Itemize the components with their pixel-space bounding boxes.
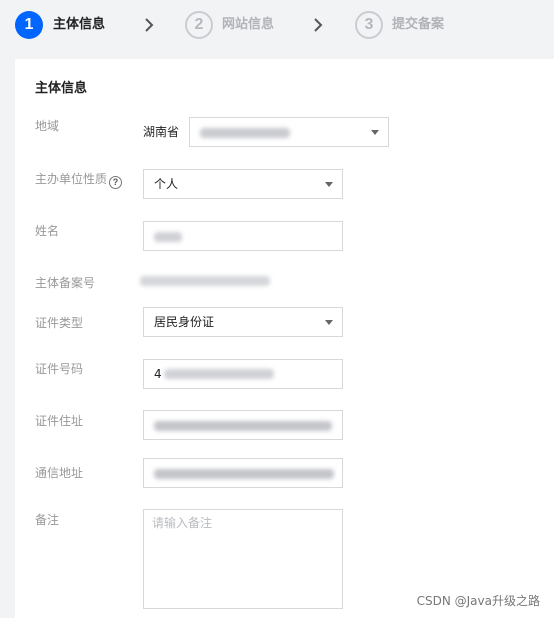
chevron-right-icon xyxy=(145,18,154,32)
organizer-type-label: 主办单位性质? xyxy=(35,171,123,189)
region-province: 湖南省 xyxy=(143,125,180,139)
remark-placeholder: 请输入备注 xyxy=(152,516,213,530)
id-number-value: 4 xyxy=(154,367,162,381)
step-1-label[interactable]: 主体信息 xyxy=(53,16,105,34)
id-address-input[interactable] xyxy=(143,410,343,440)
chevron-down-icon xyxy=(371,130,379,135)
redacted-value xyxy=(154,469,334,479)
remark-label: 备注 xyxy=(35,513,60,527)
name-input[interactable] xyxy=(143,221,343,251)
step-3-label[interactable]: 提交备案 xyxy=(392,16,444,34)
id-type-label: 证件类型 xyxy=(35,316,84,330)
organizer-type-select[interactable]: 个人 xyxy=(143,169,343,199)
step-2-number: 2 xyxy=(185,11,213,39)
mail-address-label: 通信地址 xyxy=(35,466,84,480)
step-2-label[interactable]: 网站信息 xyxy=(222,16,274,34)
section-title: 主体信息 xyxy=(35,81,88,96)
watermark: CSDN @Java升级之路 xyxy=(416,594,540,608)
chevron-down-icon xyxy=(325,182,333,187)
id-number-input[interactable]: 4 xyxy=(143,359,343,389)
organizer-type-value: 个人 xyxy=(154,177,179,191)
id-address-label: 证件住址 xyxy=(35,414,84,428)
chevron-down-icon xyxy=(325,320,333,325)
remark-textarea[interactable]: 请输入备注 xyxy=(143,509,343,609)
id-type-select[interactable]: 居民身份证 xyxy=(143,307,343,337)
chevron-right-icon xyxy=(314,18,323,32)
redacted-value xyxy=(154,421,332,431)
record-no-label: 主体备案号 xyxy=(35,276,96,290)
redacted-value xyxy=(200,128,290,138)
name-label: 姓名 xyxy=(35,224,60,238)
redacted-value xyxy=(164,369,274,379)
redacted-value xyxy=(154,232,182,242)
step-indicator: 1 主体信息 2 网站信息 3 提交备案 xyxy=(0,0,554,50)
id-type-value: 居民身份证 xyxy=(154,315,215,329)
city-select[interactable] xyxy=(189,117,389,147)
region-label: 地域 xyxy=(35,119,60,133)
mail-address-input[interactable] xyxy=(143,458,343,488)
step-1-number: 1 xyxy=(15,11,43,39)
help-icon[interactable]: ? xyxy=(109,176,123,189)
id-number-label: 证件号码 xyxy=(35,362,84,376)
redacted-record-no xyxy=(140,276,270,286)
organizer-type-label-text: 主办单位性质 xyxy=(35,172,108,186)
step-3-number: 3 xyxy=(355,11,383,39)
